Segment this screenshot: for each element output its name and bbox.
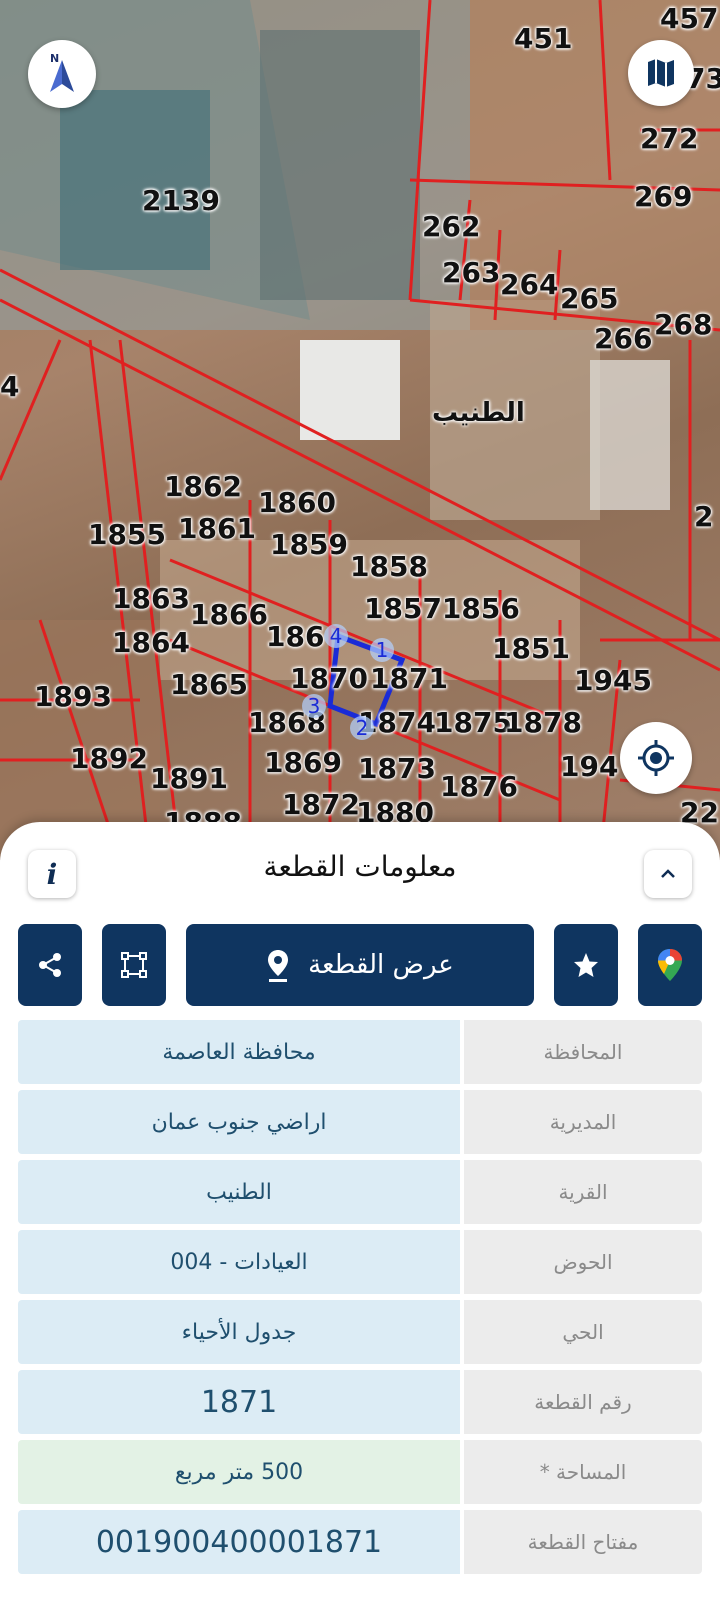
parcel-number-label[interactable]: 263 [442, 256, 500, 289]
parcel-key-label: مفتاح القطعة [464, 1510, 702, 1574]
parcel-number-label[interactable]: 264 [500, 268, 558, 301]
parcel-number-label[interactable]: 1873 [358, 752, 436, 785]
parcel-number-label[interactable]: 186 [266, 620, 324, 653]
app-root: الطنيب 451 457 73 272 269 262 263 264 26… [0, 0, 720, 1600]
parcel-number-label[interactable]: 194 [560, 750, 618, 783]
basin-label: الحوض [464, 1230, 702, 1294]
area-label: المساحة * [464, 1440, 702, 1504]
parcel-bounds-button[interactable] [102, 924, 166, 1006]
village-label: القرية [464, 1160, 702, 1224]
parcel-number-label[interactable]: 1858 [350, 550, 428, 583]
share-icon [39, 953, 61, 977]
parcel-number-label[interactable]: 457 [660, 2, 718, 35]
info-row-parcel-number: 1871 رقم القطعة [18, 1370, 702, 1434]
parcel-number-label[interactable]: 2 [694, 500, 713, 533]
parcel-number-value: 1871 [18, 1370, 460, 1434]
district-label: الحي [464, 1300, 702, 1364]
parcel-number-label[interactable]: 2139 [142, 184, 220, 217]
info-row-area: 500 متر مربع المساحة * [18, 1440, 702, 1504]
parcel-number-label[interactable]: 1863 [112, 582, 190, 615]
my-location-button[interactable] [620, 722, 692, 794]
parcel-number-label[interactable]: 269 [634, 180, 692, 213]
info-button[interactable]: i [28, 850, 76, 898]
my-location-icon [638, 740, 674, 776]
parcel-number-label[interactable]: 272 [640, 122, 698, 155]
parcel-info-table: محافظة العاصمة المحافظة اراضي جنوب عمان … [18, 1020, 702, 1580]
share-button[interactable] [18, 924, 82, 1006]
parcel-number-label[interactable]: 451 [514, 22, 572, 55]
action-bar: عرض القطعة [0, 924, 720, 1008]
google-maps-button[interactable] [638, 924, 702, 1006]
parcel-vertex-label: 4 [324, 624, 348, 648]
sheet-header: i معلومات القطعة [0, 822, 720, 922]
parcel-key-value[interactable]: 001900400001871 [18, 1510, 460, 1574]
parcel-number-label[interactable]: 1864 [112, 626, 190, 659]
directorate-value: اراضي جنوب عمان [18, 1090, 460, 1154]
parcel-number-label[interactable]: 1861 [178, 512, 256, 545]
sheet-title: معلومات القطعة [263, 850, 457, 883]
parcel-number-label[interactable]: 1875 [434, 706, 512, 739]
show-parcel-button[interactable]: عرض القطعة [186, 924, 534, 1006]
map-layers-button[interactable] [628, 40, 694, 106]
parcel-number-label[interactable]: 1865 [170, 668, 248, 701]
info-row-basin: العيادات - 004 الحوض [18, 1230, 702, 1294]
parcel-number-label[interactable]: 1872 [282, 788, 360, 821]
svg-text:N: N [50, 52, 59, 65]
district-value: جدول الأحياء [18, 1300, 460, 1364]
map-view[interactable]: الطنيب 451 457 73 272 269 262 263 264 26… [0, 0, 720, 860]
map-layers-icon [648, 59, 674, 87]
parcel-info-sheet: i معلومات القطعة عرض القطعة محافظة العاص… [0, 822, 720, 1600]
parcel-vertex-label: 1 [370, 638, 394, 662]
favorite-button[interactable] [554, 924, 618, 1006]
basin-value: العيادات - 004 [18, 1230, 460, 1294]
parcel-number-label[interactable]: 1851 [492, 632, 570, 665]
village-value: الطنيب [18, 1160, 460, 1224]
parcel-number-label[interactable]: 1860 [258, 486, 336, 519]
star-icon [574, 953, 598, 977]
parcel-number-label[interactable]: 1871 [370, 662, 448, 695]
parcel-number-label[interactable]: 1866 [190, 598, 268, 631]
parcel-vertex-label: 3 [302, 694, 326, 718]
village-name-label: الطنيب [432, 398, 525, 428]
polygon-corners-icon [121, 952, 147, 978]
parcel-number-label[interactable]: 18571856 [364, 592, 520, 625]
parcel-vertex-label: 2 [350, 716, 374, 740]
governorate-value: محافظة العاصمة [18, 1020, 460, 1084]
location-pin-icon [268, 950, 289, 982]
info-icon: i [46, 857, 58, 891]
parcel-number-label[interactable]: 1870 [290, 662, 368, 695]
info-row-directorate: اراضي جنوب عمان المديرية [18, 1090, 702, 1154]
parcel-number-label[interactable]: 1892 [70, 742, 148, 775]
info-row-district: جدول الأحياء الحي [18, 1300, 702, 1364]
parcel-number-label[interactable]: 1855 [88, 518, 166, 551]
parcel-number-label[interactable]: 4 [0, 370, 19, 403]
parcel-number-label[interactable]: 1862 [164, 470, 242, 503]
show-parcel-label: عرض القطعة [308, 950, 454, 980]
parcel-number-label[interactable]: 262 [422, 210, 480, 243]
info-row-village: الطنيب القرية [18, 1160, 702, 1224]
parcel-number-label[interactable]: 1869 [264, 746, 342, 779]
parcel-number-label[interactable]: 1859 [270, 528, 348, 561]
info-row-parcel-key: 001900400001871 مفتاح القطعة [18, 1510, 702, 1574]
directorate-label: المديرية [464, 1090, 702, 1154]
parcel-number-label[interactable]: 268 [654, 308, 712, 341]
north-arrow-icon: N [50, 52, 74, 92]
google-maps-icon [658, 949, 682, 981]
info-row-governorate: محافظة العاصمة المحافظة [18, 1020, 702, 1084]
chevron-up-icon [661, 869, 675, 878]
parcel-number-label[interactable]: 266 [594, 322, 652, 355]
area-value: 500 متر مربع [18, 1440, 460, 1504]
compass-button[interactable]: N [28, 40, 96, 108]
parcel-number-label[interactable]: 1893 [34, 680, 112, 713]
parcel-number-label[interactable]: 1891 [150, 762, 228, 795]
parcel-number-label[interactable]: 1878 [504, 706, 582, 739]
parcel-number-row-label: رقم القطعة [464, 1370, 702, 1434]
parcel-number-label[interactable]: 1945 [574, 664, 652, 697]
parcel-number-label[interactable]: 265 [560, 282, 618, 315]
parcel-number-label[interactable]: 1876 [440, 770, 518, 803]
governorate-label: المحافظة [464, 1020, 702, 1084]
collapse-button[interactable] [644, 850, 692, 898]
